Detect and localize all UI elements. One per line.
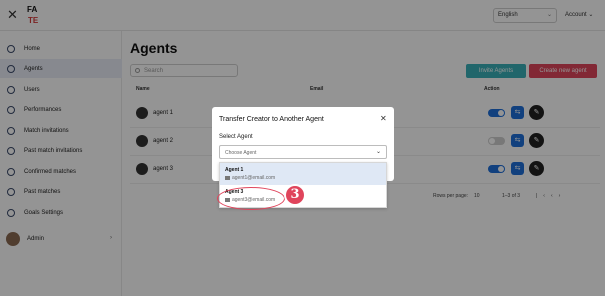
step-number-badge: 3: [284, 184, 306, 206]
agent-select[interactable]: Choose Agent ⌄: [219, 145, 387, 159]
modal-title: Transfer Creator to Another Agent: [219, 116, 324, 123]
highlight-ring: [217, 187, 285, 210]
chevron-down-icon: ⌄: [375, 149, 381, 155]
option-email: agent1@email.com: [232, 175, 276, 181]
mail-icon: [225, 176, 230, 180]
select-agent-label: Select Agent: [219, 134, 253, 140]
option-name: Agent 1: [225, 167, 244, 173]
close-icon[interactable]: ✕: [380, 114, 387, 123]
dropdown-option-agent-1[interactable]: Agent 1 agent1@email.com: [220, 163, 386, 185]
select-placeholder: Choose Agent: [225, 150, 257, 156]
